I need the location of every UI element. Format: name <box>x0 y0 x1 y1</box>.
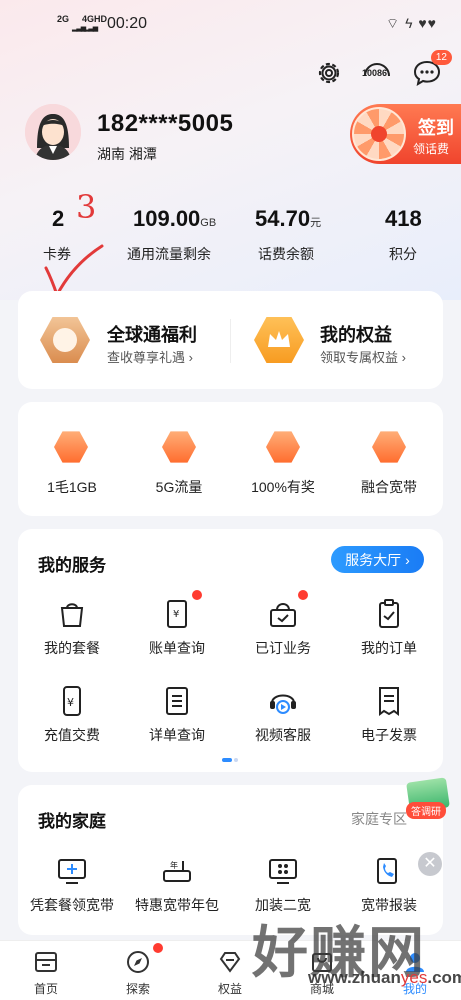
benefit-title: 我的权益 <box>320 325 392 345</box>
chevron-right-icon: › <box>405 551 410 568</box>
gear-icon <box>318 62 340 84</box>
signal-4g: 4GHD <box>82 14 108 24</box>
subscription-icon <box>270 603 296 627</box>
signal-bars-icon-2: ▂▃▅ <box>84 25 98 32</box>
gift-icon <box>54 431 88 463</box>
user-location: 湖南 湘潭 <box>97 146 157 162</box>
monitor-icon <box>58 859 86 884</box>
phone-number: 182****5005 <box>97 110 234 137</box>
svg-text:¥: ¥ <box>173 609 179 620</box>
service-number: 10086 <box>362 68 388 78</box>
avatar-girl-icon <box>25 104 81 160</box>
notification-dot <box>192 590 202 600</box>
order-icon <box>379 599 399 628</box>
benefit-title: 全球通福利 <box>107 325 197 345</box>
service-label: 我的订单 <box>361 640 417 656</box>
promo-label: 100%有奖 <box>251 479 315 495</box>
phone-install-icon <box>377 858 397 884</box>
promo-card: 1毛1GB 5G流量 100%有奖 融合宽带 <box>18 402 443 516</box>
diamond-icon <box>219 952 241 973</box>
page-indicator <box>234 758 238 762</box>
watermark-domain: www.zhuanyes.com <box>308 968 461 987</box>
benefit-subtitle: 查收尊享礼遇 › <box>107 350 193 365</box>
stat-label: 话费余额 <box>258 246 314 262</box>
service-label: 视频客服 <box>255 727 311 743</box>
promo-label: 1毛1GB <box>47 479 97 495</box>
detail-list-icon <box>166 687 188 715</box>
lucky-wheel-icon <box>352 107 406 161</box>
display-icon <box>269 859 297 884</box>
checkin-title: 签到 <box>418 118 454 138</box>
invoice-icon <box>379 687 399 716</box>
benefits-card: 全球通福利 查收尊享礼遇 › 我的权益 领取专属权益 › <box>18 291 443 389</box>
settings-button[interactable] <box>312 56 346 90</box>
close-icon[interactable]: ✕ <box>418 852 442 876</box>
crown-icon <box>268 331 290 347</box>
global-logo-icon <box>53 328 77 352</box>
service-hall-label: 服务大厅 <box>345 551 402 568</box>
stat-value: 2 <box>52 206 65 231</box>
recharge-icon: ¥ <box>63 686 81 716</box>
checkin-subtitle: 领话费 <box>413 142 450 156</box>
status-time: 00:20 <box>107 15 148 32</box>
checkin-button[interactable]: 签到 领话费 <box>350 104 461 164</box>
bag-icon <box>60 603 84 627</box>
home-icon <box>35 952 57 972</box>
service-label: 电子发票 <box>361 727 417 743</box>
router-icon <box>372 431 406 463</box>
bill-icon: ¥ <box>167 600 187 628</box>
message-count-badge: 12 <box>430 50 452 65</box>
promo-label: 5G流量 <box>155 479 203 495</box>
service-label: 充值交费 <box>44 727 100 743</box>
handwritten-number: 3 <box>76 188 97 226</box>
status-icons: ⌔ ϟ ♥♥ <box>386 15 437 31</box>
services-title: 我的服务 <box>38 556 106 575</box>
divider <box>230 319 231 363</box>
compass-icon <box>127 951 149 973</box>
survey-label: 答调研 <box>406 802 446 819</box>
service-label: 账单查询 <box>149 640 205 656</box>
stat-label: 通用流量剩余 <box>127 246 211 262</box>
benefit-subtitle: 领取专属权益 › <box>320 350 406 365</box>
nav-label: 探索 <box>125 982 150 996</box>
promo-label: 融合宽带 <box>361 479 417 495</box>
service-label: 已订业务 <box>255 640 311 656</box>
notification-dot <box>153 943 163 953</box>
nav-home[interactable]: 首页 <box>0 941 92 1000</box>
family-label: 凭套餐领宽带 <box>30 897 114 913</box>
messages-button[interactable]: 12 <box>410 50 452 90</box>
5g-icon <box>162 431 196 463</box>
service-label: 详单查询 <box>149 727 205 743</box>
signal-2g: 2G <box>57 14 70 24</box>
video-service-icon <box>270 694 296 714</box>
stat-label: 积分 <box>389 246 417 262</box>
service-label: 我的套餐 <box>44 640 100 656</box>
notification-dot <box>298 590 308 600</box>
router-box-icon: 年 <box>163 860 191 882</box>
stat-value: 109.00GB <box>133 206 217 231</box>
svg-text:年: 年 <box>170 860 178 870</box>
site-watermark: 好赚网 www.zhuanyes.com <box>252 908 461 1000</box>
svg-text:¥: ¥ <box>67 696 74 709</box>
family-title: 我的家庭 <box>38 812 106 831</box>
service-hall-button[interactable]: 服务大厅 › <box>331 546 424 573</box>
prize-icon <box>266 431 300 463</box>
survey-floating-banner[interactable]: 答调研 <box>398 776 460 820</box>
family-label: 特惠宽带年包 <box>135 897 219 913</box>
stat-value: 54.70元 <box>255 206 322 231</box>
status-bar: 2G ▂▃▅ 4GHD ▂▃▅ 00:20 ⌔ ϟ ♥♥ <box>0 0 461 44</box>
page-indicator-active <box>222 758 232 762</box>
avatar[interactable] <box>25 104 81 160</box>
service-hotline-button[interactable]: 10086 <box>360 56 394 90</box>
stat-value: 418 <box>385 206 422 231</box>
nav-explore[interactable]: 探索 <box>92 941 184 1000</box>
nav-label: 首页 <box>33 982 58 996</box>
